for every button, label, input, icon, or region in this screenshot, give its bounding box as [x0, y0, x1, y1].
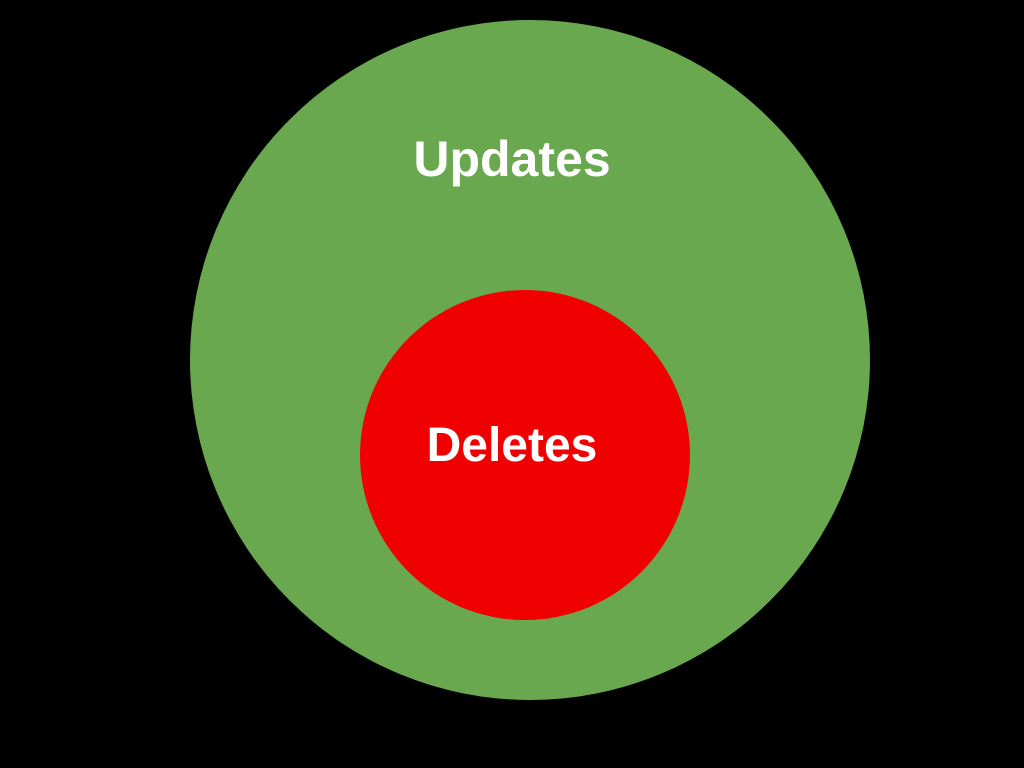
inner-circle-label: Deletes	[0, 418, 1024, 473]
outer-circle-label: Updates	[0, 130, 1024, 188]
